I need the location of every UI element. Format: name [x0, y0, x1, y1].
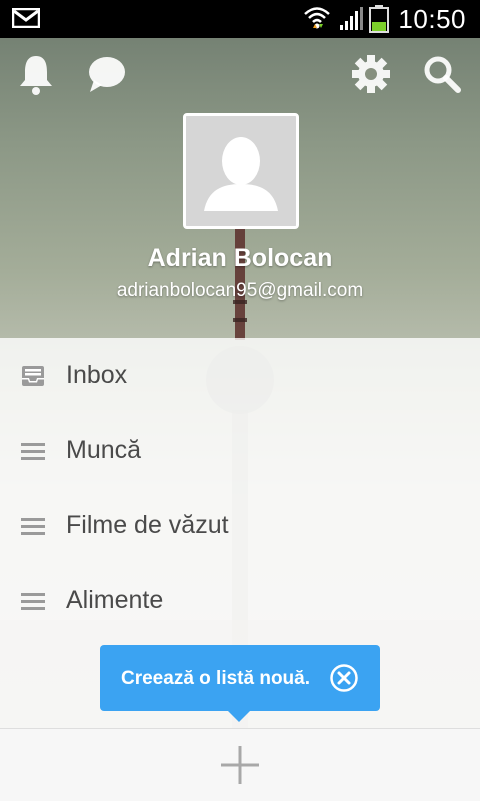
- list-icon: [21, 593, 45, 610]
- tooltip-arrow: [228, 711, 250, 722]
- status-time: 10:50: [398, 4, 466, 34]
- list-item-label: Filme de văzut: [66, 511, 229, 539]
- close-circle-icon[interactable]: [329, 663, 359, 693]
- chat-icon[interactable]: [86, 52, 126, 96]
- bell-icon[interactable]: [16, 52, 56, 96]
- gear-icon[interactable]: [351, 52, 391, 96]
- bottom-bar: [0, 728, 480, 801]
- status-bar: 10:50: [0, 0, 480, 38]
- avatar[interactable]: [183, 113, 299, 229]
- signal-icon: [340, 7, 363, 30]
- list-icon: [21, 518, 45, 535]
- inbox-icon: [22, 366, 44, 386]
- list-item-inbox[interactable]: Inbox: [0, 338, 480, 413]
- battery-icon: [369, 5, 389, 33]
- plus-icon[interactable]: [219, 744, 261, 786]
- list-item-label: Inbox: [66, 361, 128, 389]
- list-item-label: Muncă: [66, 436, 142, 464]
- wifi-icon: [304, 7, 330, 29]
- list-item-alimente[interactable]: Alimente: [0, 563, 480, 638]
- list-item-munca[interactable]: Muncă: [0, 413, 480, 488]
- list-icon: [21, 443, 45, 460]
- user-name: Adrian Bolocan: [147, 244, 333, 272]
- list-item-filme-de-vazut[interactable]: Filme de văzut: [0, 488, 480, 563]
- list-item-label: Alimente: [66, 586, 164, 614]
- create-list-tooltip[interactable]: Creează o listă nouă.: [100, 645, 380, 722]
- default-user-icon: [186, 116, 296, 226]
- tooltip-text: Creează o listă nouă.: [121, 668, 311, 689]
- search-icon[interactable]: [422, 52, 462, 96]
- gmail-icon: [12, 8, 40, 28]
- user-email: adrianbolocan95@gmail.com: [116, 280, 364, 301]
